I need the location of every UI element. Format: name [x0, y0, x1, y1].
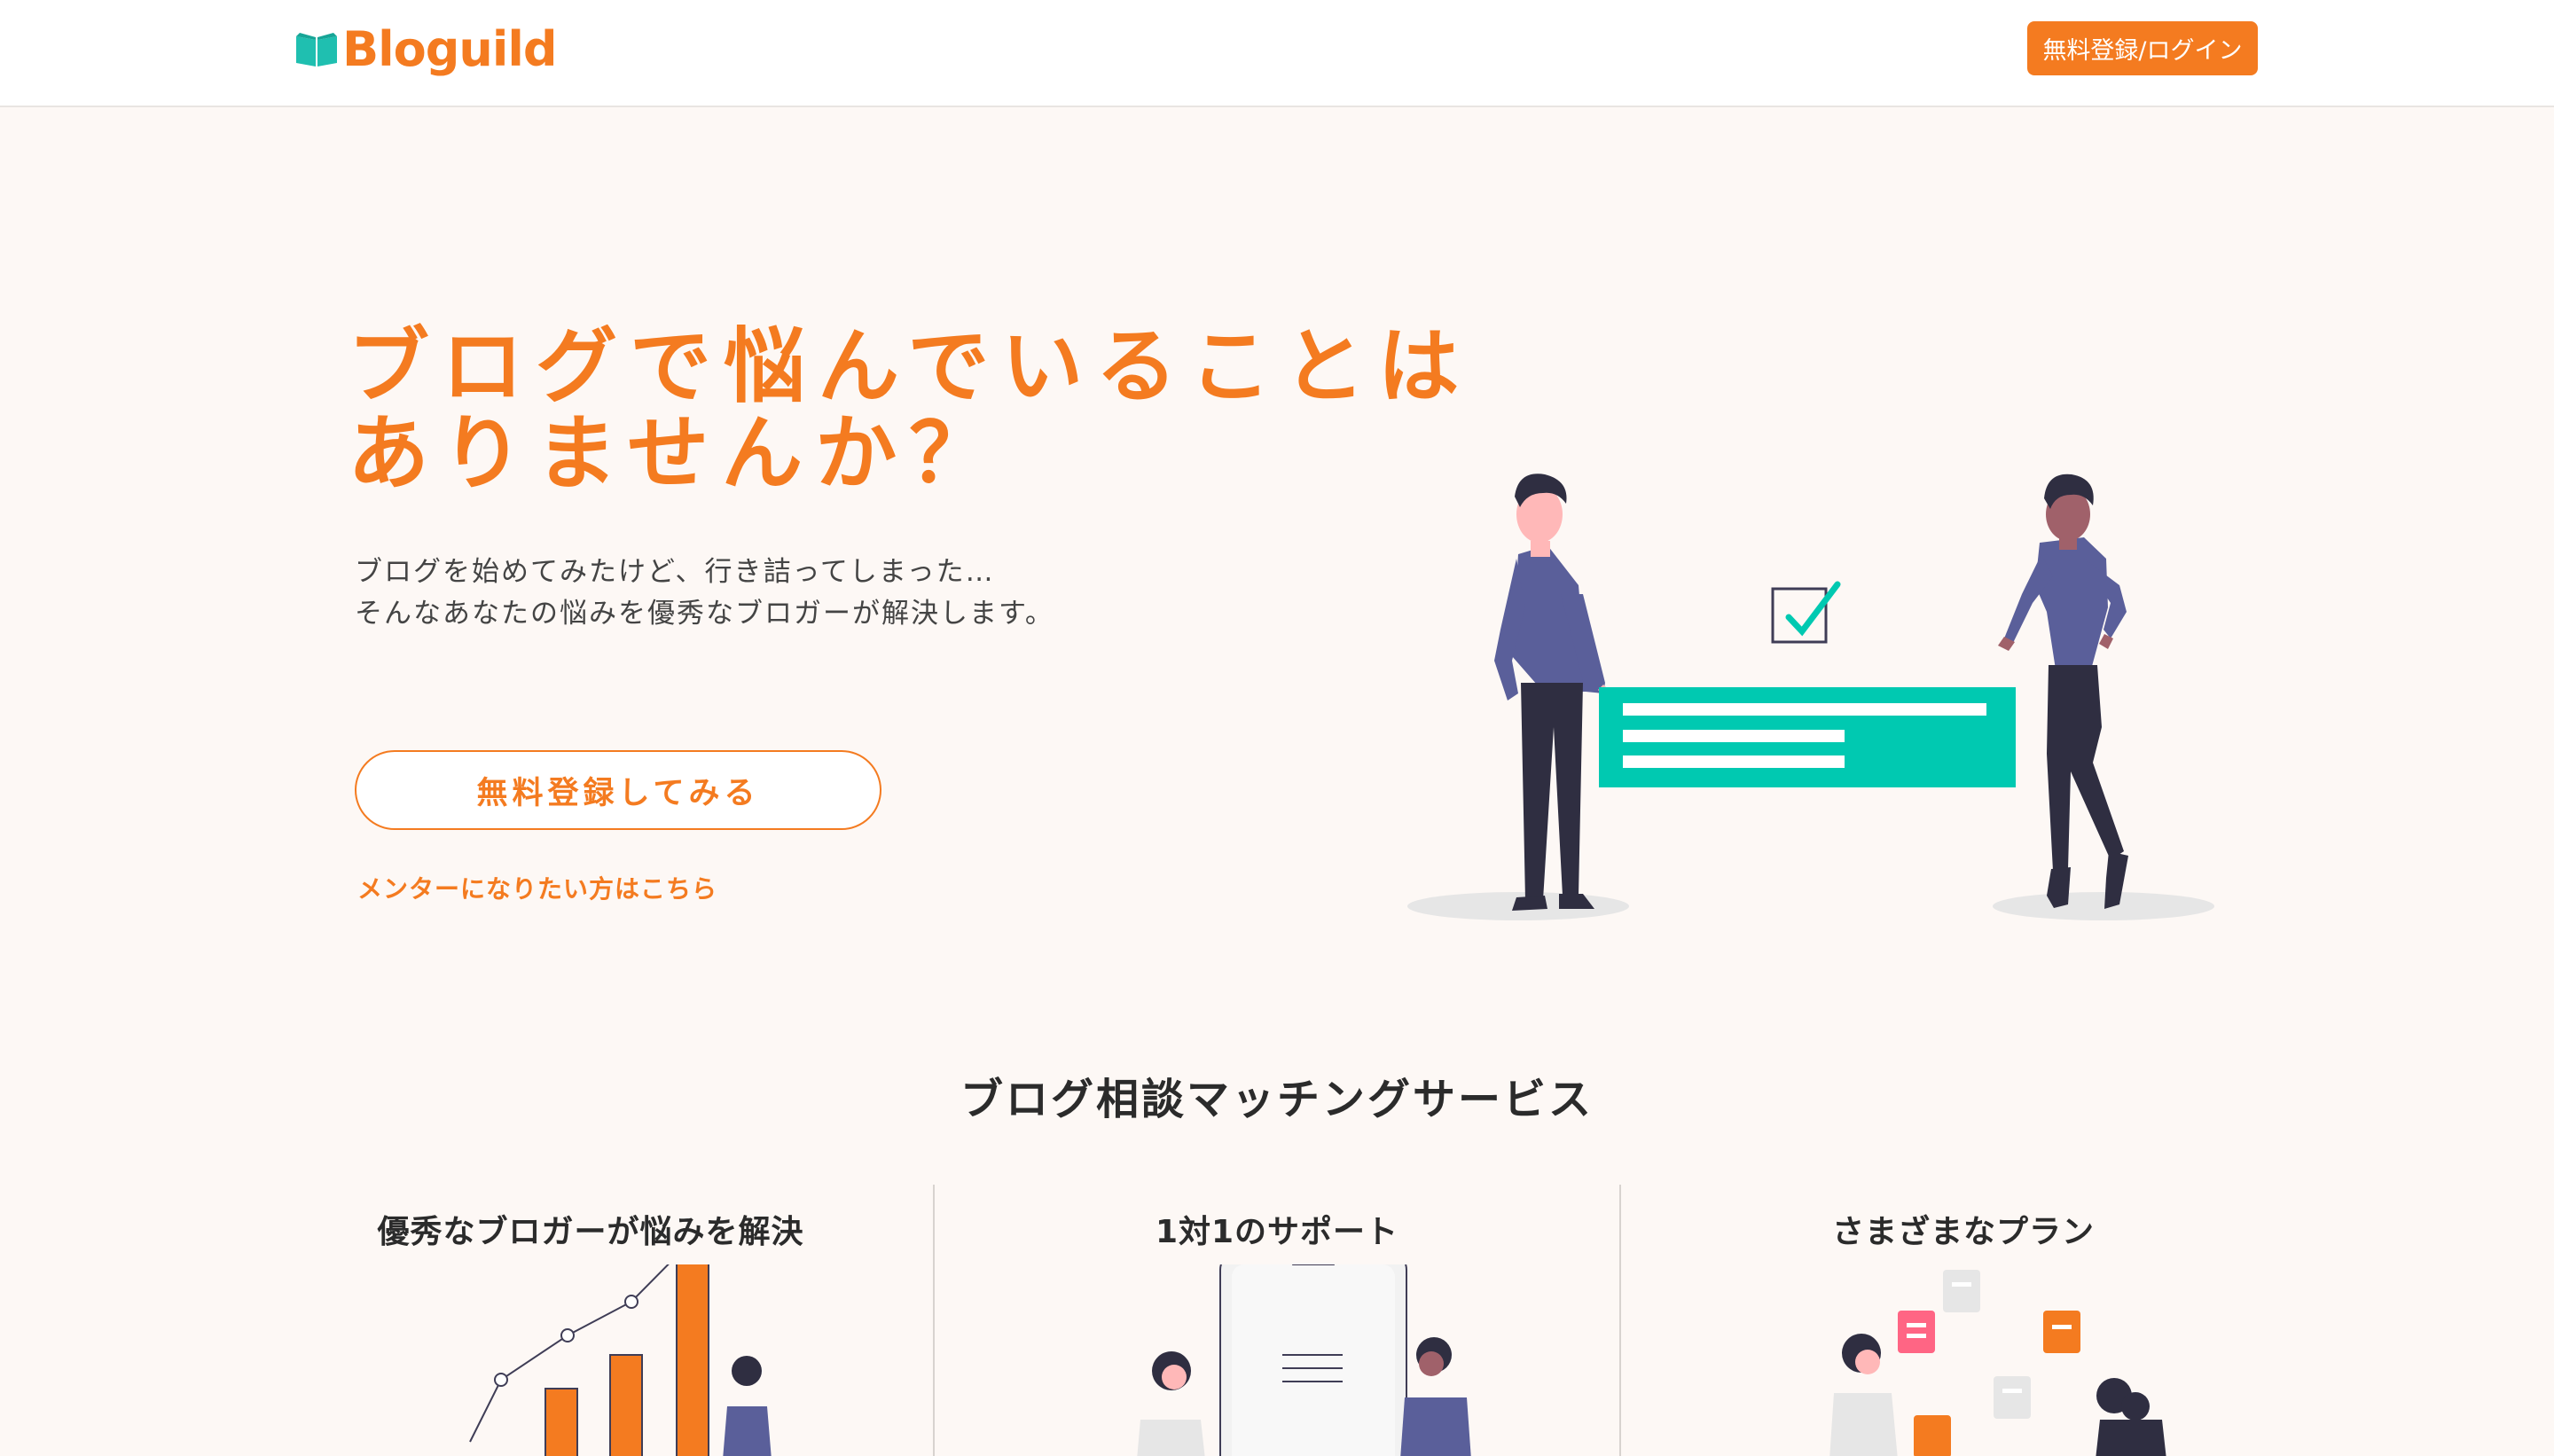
hero-title: ブログで悩んでいることは ありませんか？ — [348, 326, 1500, 500]
feature-title: 1対1のサポート — [1155, 1214, 1399, 1250]
book-icon — [296, 33, 337, 67]
logo-text: Bloguild — [342, 20, 558, 77]
hero-desc-line2: そんなあなたの悩みを優秀なブロガーが解決します。 — [355, 598, 1054, 630]
plans-illustration — [1829, 1270, 2166, 1456]
chat-phone-illustration — [1137, 1264, 1471, 1456]
feature-title: 優秀なブロガーが悩みを解決 — [377, 1214, 804, 1250]
card-line-1 — [1623, 703, 1986, 716]
hero-title-line2: ありませんか？ — [348, 406, 1004, 501]
card-line-3 — [1623, 755, 1845, 768]
checkbox-icon — [1771, 581, 1841, 644]
feature-card-experts: 優秀なブロガーが悩みを解決 — [248, 1185, 933, 1456]
feature-list: 優秀なブロガーが悩みを解決 1対1のサポート さまざまなプラン — [248, 1185, 2306, 1456]
hero-description: ブログを始めてみたけど、行き詰ってしまった… そんなあなたの悩みを優秀なブロガー… — [355, 552, 1054, 635]
person-right — [1998, 474, 2128, 909]
feature-card-one-on-one: 1対1のサポート — [933, 1185, 1619, 1456]
free-signup-button[interactable]: 無料登録してみる — [355, 750, 881, 830]
hero-illustration — [1407, 474, 2214, 920]
site-header: Bloguild 無料登録/ログイン — [0, 0, 2554, 107]
signup-login-button[interactable]: 無料登録/ログイン — [2027, 21, 2258, 75]
hero-title-line1: ブログで悩んでいることは — [348, 319, 1472, 414]
section-title: ブログ相談マッチングサービス — [960, 1075, 1594, 1124]
mentor-signup-link[interactable]: メンターになりたい方はこちら — [357, 870, 717, 905]
growth-chart-illustration — [469, 1264, 772, 1456]
person-left — [1494, 474, 1610, 911]
hero-desc-line1: ブログを始めてみたけど、行き詰ってしまった… — [355, 556, 995, 588]
feature-title: さまざまなプラン — [1831, 1214, 2095, 1250]
logo[interactable]: Bloguild — [294, 20, 558, 78]
shadow-right — [1993, 892, 2214, 920]
feature-card-plans: さまざまなプラン — [1619, 1185, 2306, 1456]
card-line-2 — [1623, 730, 1845, 742]
